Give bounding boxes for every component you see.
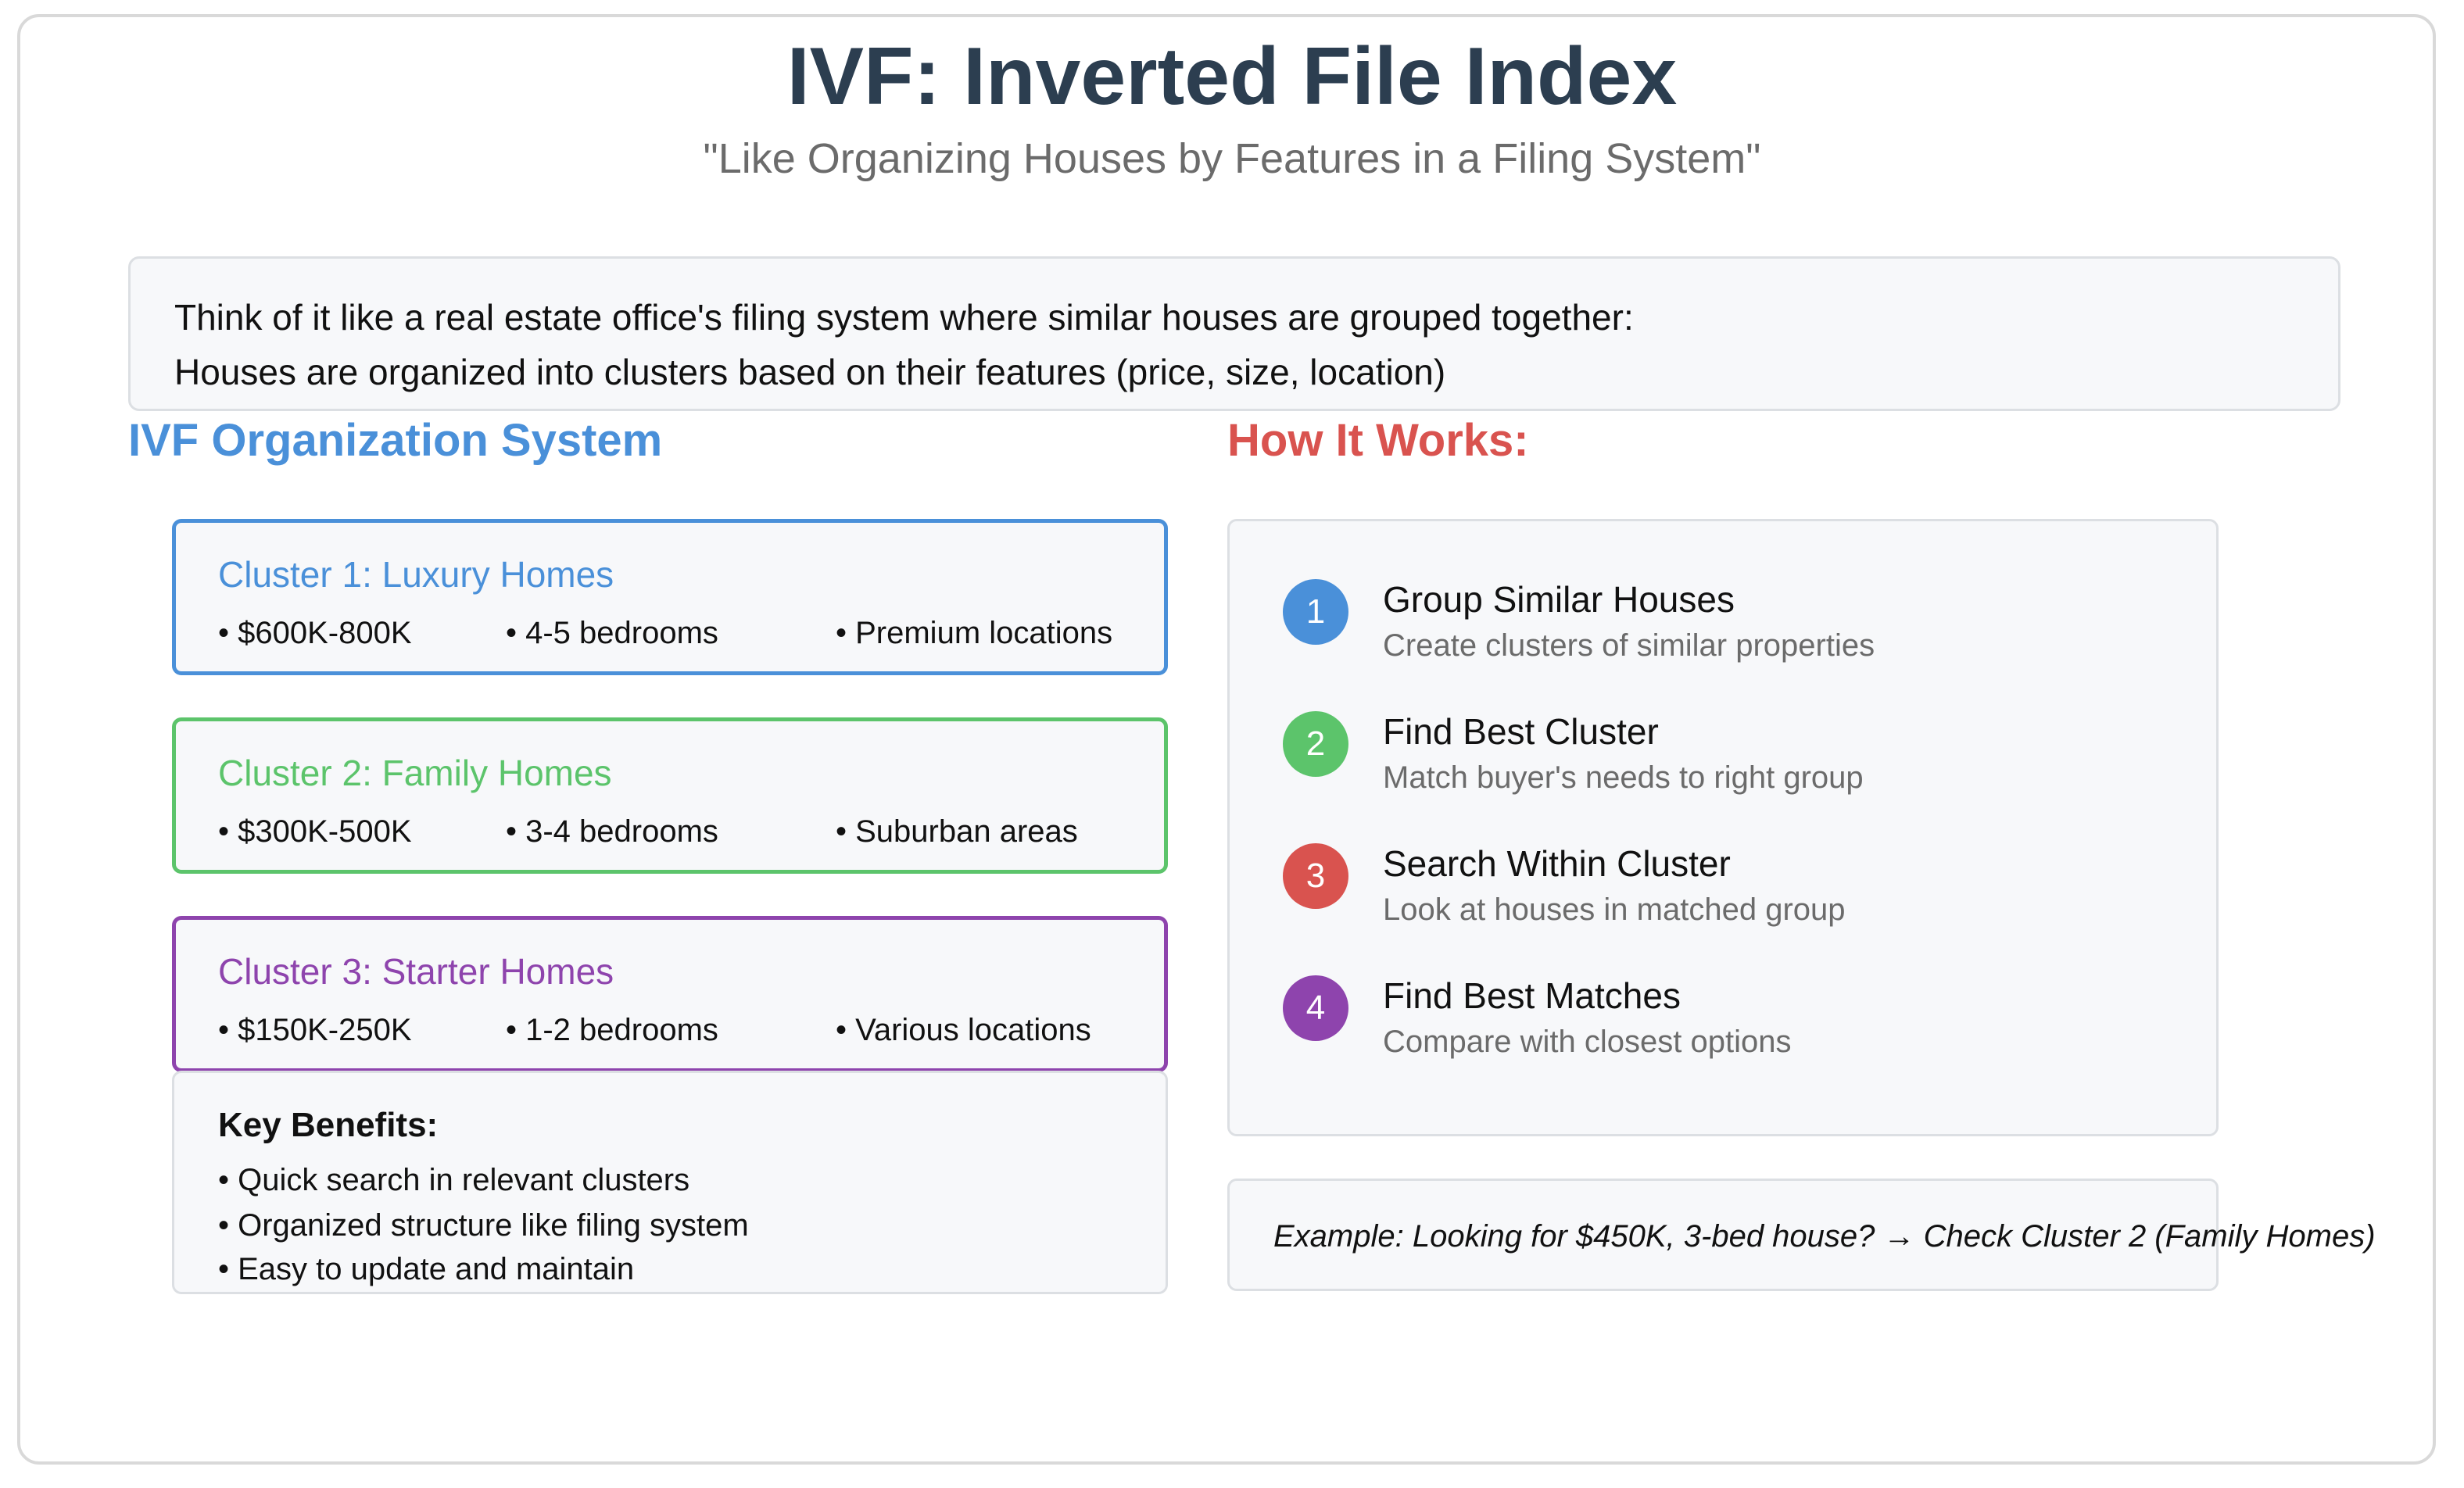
example-box: Example: Looking for $450K, 3-bed house?… bbox=[1227, 1179, 2376, 1291]
how-it-works-heading: How It Works: bbox=[1227, 415, 1529, 466]
step-title: Find Best Cluster bbox=[1383, 711, 1659, 752]
step-item: 4 Find Best Matches Compare with closest… bbox=[1283, 969, 2182, 1078]
cluster-card-family: Cluster 2: Family Homes • $300K-500K • 3… bbox=[172, 717, 1168, 874]
steps-box: 1 Group Similar Houses Create clusters o… bbox=[1227, 519, 2219, 1136]
cluster-feature-price: • $150K-250K bbox=[218, 1013, 412, 1047]
step-description: Look at houses in matched group bbox=[1383, 892, 1846, 927]
cluster-feature-location: • Suburban areas bbox=[836, 814, 1078, 849]
step-description: Match buyer's needs to right group bbox=[1383, 760, 1864, 795]
cluster-name: Cluster 2: Family Homes bbox=[218, 753, 612, 793]
page-title: IVF: Inverted File Index bbox=[786, 31, 1678, 122]
step-description: Create clusters of similar properties bbox=[1383, 628, 1875, 663]
cluster-feature-bedrooms: • 1-2 bedrooms bbox=[506, 1013, 718, 1047]
benefits-title: Key Benefits: bbox=[218, 1106, 439, 1144]
intro-box: Think of it like a real estate office's … bbox=[128, 256, 2340, 411]
step-title: Search Within Cluster bbox=[1383, 843, 1731, 884]
step-item: 2 Find Best Cluster Match buyer's needs … bbox=[1283, 705, 2182, 814]
cluster-name: Cluster 1: Luxury Homes bbox=[218, 554, 614, 595]
intro-line-1: Think of it like a real estate office's … bbox=[174, 297, 1634, 338]
cluster-feature-location: • Premium locations bbox=[836, 616, 1113, 650]
step-item: 3 Search Within Cluster Look at houses i… bbox=[1283, 837, 2182, 946]
step-number-badge: 3 bbox=[1283, 843, 1348, 909]
step-number-badge: 4 bbox=[1283, 975, 1348, 1041]
organization-heading: IVF Organization System bbox=[128, 415, 663, 466]
benefit-item: • Quick search in relevant clusters bbox=[218, 1163, 690, 1197]
cluster-card-luxury: Cluster 1: Luxury Homes • $600K-800K • 4… bbox=[172, 519, 1168, 675]
intro-line-2: Houses are organized into clusters based… bbox=[174, 352, 1446, 392]
cluster-card-starter: Cluster 3: Starter Homes • $150K-250K • … bbox=[172, 916, 1168, 1072]
step-item: 1 Group Similar Houses Create clusters o… bbox=[1283, 573, 2182, 682]
benefit-item: • Easy to update and maintain bbox=[218, 1252, 635, 1286]
cluster-feature-location: • Various locations bbox=[836, 1013, 1091, 1047]
cluster-feature-price: • $300K-500K bbox=[218, 814, 412, 849]
key-benefits-box: Key Benefits: • Quick search in relevant… bbox=[172, 1071, 1168, 1294]
example-text: Example: Looking for $450K, 3-bed house?… bbox=[1273, 1219, 2376, 1254]
cluster-name: Cluster 3: Starter Homes bbox=[218, 951, 614, 992]
step-title: Group Similar Houses bbox=[1383, 579, 1735, 620]
benefit-item: • Organized structure like filing system bbox=[218, 1208, 749, 1243]
step-number-badge: 2 bbox=[1283, 711, 1348, 777]
cluster-feature-bedrooms: • 3-4 bedrooms bbox=[506, 814, 718, 849]
page-subtitle: "Like Organizing Houses by Features in a… bbox=[703, 135, 1761, 182]
step-title: Find Best Matches bbox=[1383, 975, 1681, 1016]
cluster-feature-price: • $600K-800K bbox=[218, 616, 412, 650]
step-number-badge: 1 bbox=[1283, 579, 1348, 645]
cluster-feature-bedrooms: • 4-5 bedrooms bbox=[506, 616, 718, 650]
step-description: Compare with closest options bbox=[1383, 1025, 1792, 1059]
